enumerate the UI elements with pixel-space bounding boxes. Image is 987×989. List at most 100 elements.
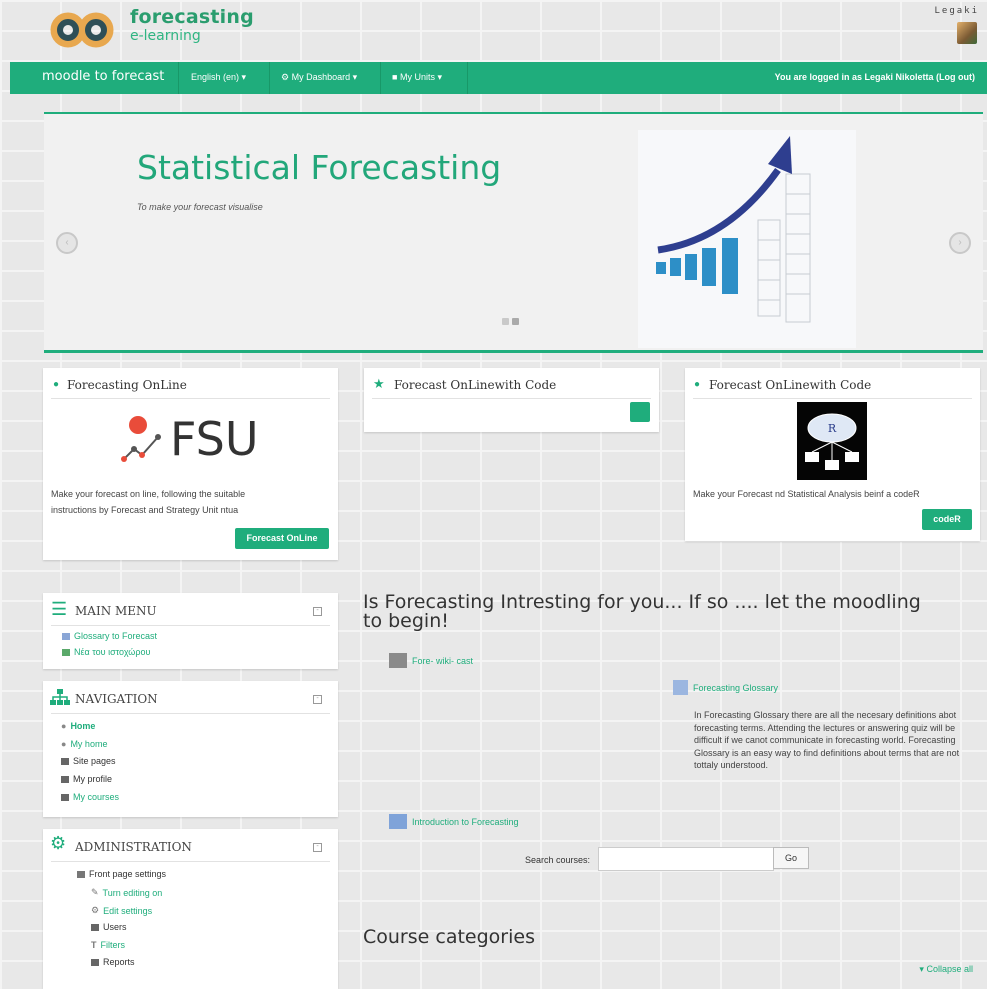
navbar-divider <box>380 62 381 94</box>
gear-icon: ⚙ <box>91 905 100 915</box>
my-units-menu[interactable]: ■ My Units ▾ <box>392 72 442 83</box>
user-name[interactable]: Legaki <box>934 6 979 16</box>
block-main-menu: ☰ MAIN MENU - Glossary to Forecast Νέα τ… <box>43 593 338 669</box>
activity-label: Introduction to Forecasting <box>412 816 519 827</box>
collapse-all-link[interactable]: ▾ Collapse all <box>919 964 973 975</box>
dashboard-icon: ⚙ <box>281 72 290 82</box>
block-forecast-online-code-r: ● Forecast OnLinewith Code R Make your F… <box>685 368 980 541</box>
activity-glossary[interactable]: Forecasting Glossary <box>673 680 778 695</box>
nav-item-my-courses[interactable]: My courses <box>61 792 119 802</box>
nav-item-site-pages[interactable]: Site pages <box>61 756 116 766</box>
block-title: Forecast OnLinewith Code <box>394 378 557 392</box>
activity-label: Fore- wiki- cast <box>412 655 474 666</box>
page-header: forecasting e-learning Legaki <box>0 0 987 60</box>
main-menu-item[interactable]: Νέα του ιστοχώρου <box>62 647 150 657</box>
logo-icon[interactable] <box>48 8 120 48</box>
my-dashboard-label: My Dashboard <box>291 72 351 82</box>
lightbulb-icon: ● <box>694 379 701 390</box>
nav-item-home[interactable]: ● Home <box>61 721 95 731</box>
navbar-divider <box>269 62 270 94</box>
navbar-brand[interactable]: moodle to forecast <box>42 69 164 84</box>
admin-item-edit-settings[interactable]: ⚙ Edit settings <box>91 905 152 916</box>
forum-icon <box>62 648 70 656</box>
growth-chart-image <box>638 130 856 348</box>
carousel-indicator[interactable] <box>512 318 519 325</box>
carousel-next-icon[interactable]: › <box>949 232 971 254</box>
admin-item-users[interactable]: Users <box>91 922 127 932</box>
language-menu[interactable]: English (en) ▾ <box>191 72 246 83</box>
block-title: ADMINISTRATION <box>75 840 192 854</box>
admin-item-label: Edit settings <box>103 905 153 916</box>
nav-item-label: Home <box>70 721 96 731</box>
nav-item-label: My profile <box>73 774 113 784</box>
nav-item-my-profile[interactable]: My profile <box>61 774 112 784</box>
search-go-button[interactable]: Go <box>773 847 809 869</box>
admin-item-front-page-settings[interactable]: Front page settings <box>77 869 166 879</box>
login-info[interactable]: You are logged in as Legaki Nikoletta (L… <box>775 72 975 82</box>
bullet-icon: ● <box>61 739 67 749</box>
admin-item-turn-editing-on[interactable]: ✎ Turn editing on <box>91 887 162 898</box>
chevron-down-icon: ▾ <box>437 72 443 82</box>
sitemap-icon <box>50 689 70 705</box>
navbar-divider <box>178 62 179 94</box>
folder-open-icon <box>77 870 85 878</box>
carousel-prev-icon[interactable]: ‹ <box>56 232 78 254</box>
admin-item-filters[interactable]: T Filters <box>91 940 125 950</box>
admin-item-reports[interactable]: Reports <box>91 957 135 967</box>
forecast-online-button[interactable]: Forecast OnLine <box>235 528 329 549</box>
activity-wiki[interactable]: Fore- wiki- cast <box>389 653 473 668</box>
admin-item-label: Reports <box>103 957 135 967</box>
main-menu-item-label: Glossary to Forecast <box>74 631 158 641</box>
collapse-all-label: Collapse all <box>926 964 973 974</box>
activity-introduction[interactable]: Introduction to Forecasting <box>389 814 519 829</box>
course-categories-heading: Course categories <box>363 926 535 948</box>
code-button[interactable] <box>630 402 650 422</box>
folder-icon <box>61 793 69 801</box>
admin-item-label: Users <box>103 922 127 932</box>
navbar-divider <box>467 62 468 94</box>
nav-item-my-home[interactable]: ● My home <box>61 739 107 749</box>
search-courses-input[interactable] <box>598 847 774 871</box>
my-units-label: My Units <box>399 72 435 82</box>
block-title: MAIN MENU <box>75 604 157 618</box>
carousel-indicator[interactable] <box>502 318 509 325</box>
site-logo-subtitle: e-learning <box>130 28 201 44</box>
collapse-block-icon[interactable]: - <box>313 695 322 704</box>
main-menu-item[interactable]: Glossary to Forecast <box>62 631 157 641</box>
avatar[interactable] <box>957 22 977 44</box>
site-summary-heading: Is Forecasting Intresting for you... If … <box>363 591 921 632</box>
block-title: NAVIGATION <box>75 692 158 706</box>
coder-button[interactable]: codeR <box>922 509 972 530</box>
folder-icon <box>91 958 99 966</box>
my-dashboard-menu[interactable]: ⚙ My Dashboard ▾ <box>281 72 357 83</box>
divider <box>51 861 330 862</box>
block-forecasting-online: ● Forecasting OnLine FSU Make your forec… <box>43 368 338 560</box>
menu-icon: ☰ <box>51 599 68 619</box>
nav-item-label: My courses <box>73 792 120 802</box>
glossary-icon <box>673 680 688 695</box>
folder-icon <box>61 775 69 783</box>
slide-caption: To make your forecast visualise <box>137 202 263 212</box>
block-title: Forecast OnLinewith Code <box>709 378 872 392</box>
site-logo-title[interactable]: forecasting <box>130 6 254 28</box>
block-text: Make your Forecast nd Statistical Analys… <box>693 489 920 499</box>
wiki-icon <box>389 653 407 668</box>
filter-icon: T <box>91 940 97 950</box>
glossary-description: In Forecasting Glossary there are all th… <box>694 710 960 770</box>
nav-item-label: Site pages <box>73 756 116 766</box>
gears-icon: ⚙ <box>50 833 67 853</box>
block-title: Forecasting OnLine <box>67 378 187 392</box>
divider <box>51 625 330 626</box>
collapse-block-icon[interactable]: - <box>313 607 322 616</box>
page-icon <box>389 814 407 829</box>
collapse-block-icon[interactable]: - <box>313 843 322 852</box>
carousel: Statistical Forecasting To make your for… <box>44 112 983 353</box>
r-cloud-image: R <box>797 402 867 480</box>
slide-title: Statistical Forecasting <box>137 148 502 187</box>
chevron-down-icon: ▾ <box>241 72 247 82</box>
divider <box>372 398 651 399</box>
admin-item-label: Turn editing on <box>102 887 163 898</box>
admin-item-label: Filters <box>100 940 126 950</box>
pencil-icon: ✎ <box>91 887 99 897</box>
block-navigation: NAVIGATION - ● Home ● My home Site pages… <box>43 681 338 817</box>
